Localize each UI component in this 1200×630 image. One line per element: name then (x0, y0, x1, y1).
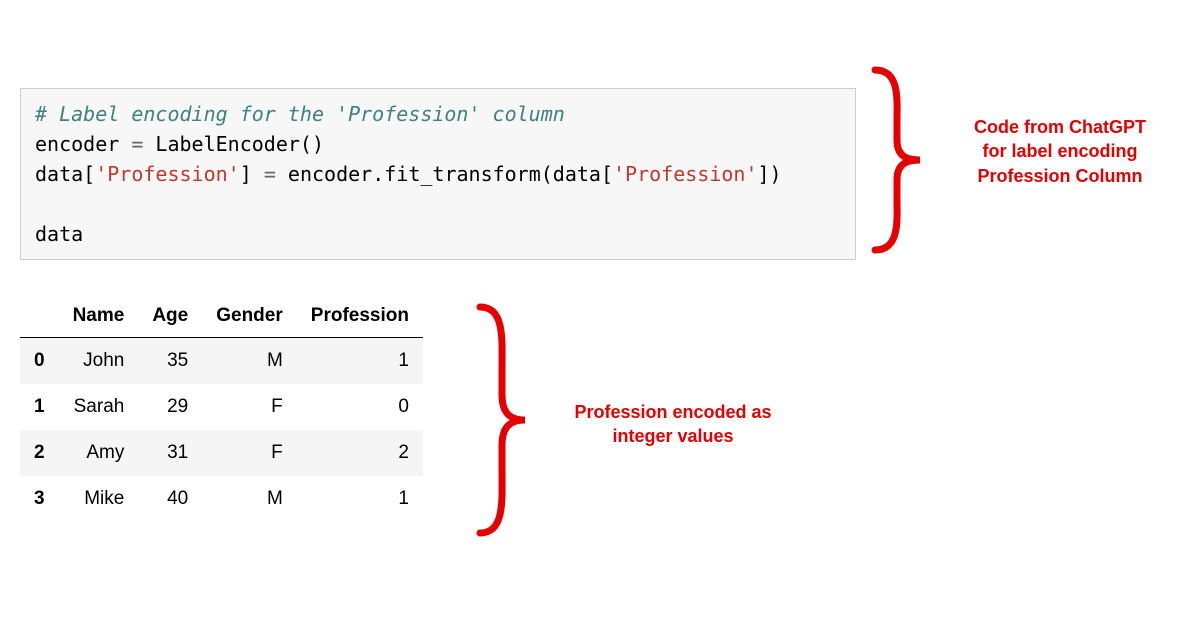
cell-gender: F (202, 430, 297, 476)
annotation-line: Code from ChatGPT (974, 117, 1146, 137)
row-index: 3 (20, 476, 59, 522)
row-index: 1 (20, 384, 59, 430)
table-row: 1 Sarah 29 F 0 (20, 384, 423, 430)
table-row: 0 John 35 M 1 (20, 338, 423, 385)
annotation-line: Profession encoded as (574, 402, 771, 422)
table-row: 2 Amy 31 F 2 (20, 430, 423, 476)
cell-name: Mike (59, 476, 139, 522)
cell-name: Sarah (59, 384, 139, 430)
code-text: encoder (35, 132, 131, 156)
cell-gender: F (202, 384, 297, 430)
cell-age: 29 (138, 384, 202, 430)
cell-name: John (59, 338, 139, 385)
cell-age: 35 (138, 338, 202, 385)
table-header-gender: Gender (202, 295, 297, 338)
code-string: 'Profession' (613, 162, 758, 186)
annotation-line: integer values (612, 426, 733, 446)
row-index: 2 (20, 430, 59, 476)
code-string: 'Profession' (95, 162, 240, 186)
row-index: 0 (20, 338, 59, 385)
cell-gender: M (202, 338, 297, 385)
code-text: encoder.fit_transform(data[ (288, 162, 613, 186)
cell-gender: M (202, 476, 297, 522)
cell-name: Amy (59, 430, 139, 476)
table-header-blank (20, 295, 59, 338)
table-header-name: Name (59, 295, 139, 338)
code-cell: # Label encoding for the 'Profession' co… (20, 88, 856, 260)
cell-age: 40 (138, 476, 202, 522)
curly-brace-icon (470, 295, 540, 545)
cell-profession: 1 (297, 476, 423, 522)
code-text: data[ (35, 162, 95, 186)
table-header-profession: Profession (297, 295, 423, 338)
code-text: data (35, 222, 83, 246)
data-table: Name Age Gender Profession 0 John 35 M 1… (20, 295, 423, 522)
table-row: 3 Mike 40 M 1 (20, 476, 423, 522)
code-op: = (131, 132, 155, 156)
cell-profession: 1 (297, 338, 423, 385)
annotation-code: Code from ChatGPT for label encoding Pro… (940, 115, 1180, 188)
annotation-line: for label encoding (982, 141, 1137, 161)
code-text: LabelEncoder() (155, 132, 324, 156)
dataframe-output: Name Age Gender Profession 0 John 35 M 1… (20, 295, 423, 522)
cell-profession: 0 (297, 384, 423, 430)
code-op: = (264, 162, 288, 186)
code-comment: # Label encoding for the 'Profession' co… (35, 102, 565, 126)
cell-profession: 2 (297, 430, 423, 476)
cell-age: 31 (138, 430, 202, 476)
curly-brace-icon (865, 60, 935, 260)
table-header-age: Age (138, 295, 202, 338)
code-text: ]) (758, 162, 782, 186)
annotation-table: Profession encoded as integer values (543, 400, 803, 449)
table-header-row: Name Age Gender Profession (20, 295, 423, 338)
code-text: ] (240, 162, 264, 186)
annotation-line: Profession Column (977, 166, 1142, 186)
